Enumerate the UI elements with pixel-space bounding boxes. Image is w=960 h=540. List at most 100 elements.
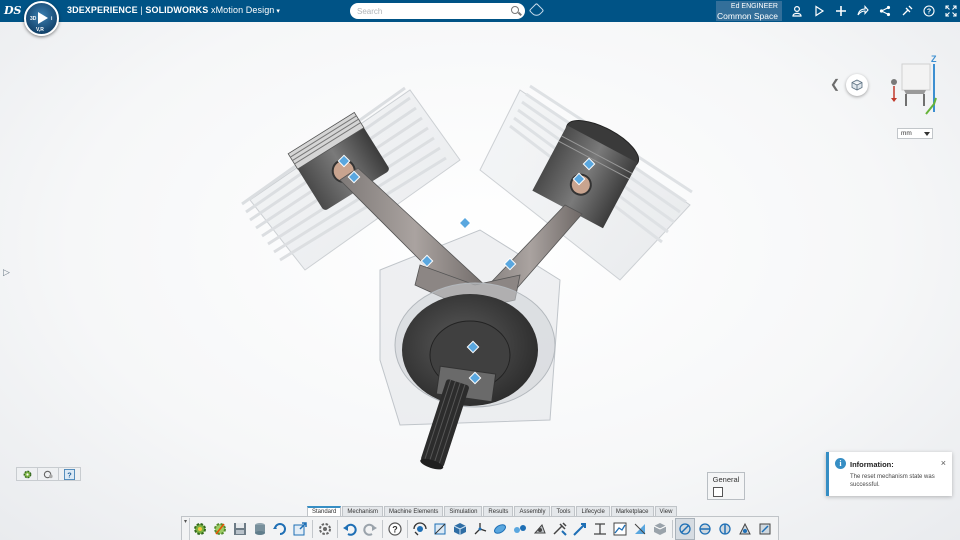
search-input[interactable] — [357, 5, 507, 17]
top-bar-actions: ? — [786, 0, 960, 22]
panel-expand-icon[interactable]: ▷ — [3, 267, 10, 278]
separator — [337, 519, 338, 538]
brand-solidworks: SOLIDWORKS — [145, 5, 209, 15]
save-icon[interactable] — [230, 518, 250, 540]
tab-view[interactable]: View — [654, 506, 678, 516]
save-as-icon[interactable] — [250, 518, 270, 540]
general-label: General — [712, 475, 740, 484]
rotate-view-icon[interactable] — [410, 518, 430, 540]
driver-icon[interactable] — [550, 518, 570, 540]
units-value: mm — [901, 130, 912, 137]
mechanism-d-icon[interactable] — [735, 518, 755, 540]
top-bar: DS 3DEXPERIENCE | SOLIDWORKS xMotion Des… — [0, 0, 960, 22]
compass-i-label: i — [51, 16, 53, 22]
fullscreen-icon[interactable] — [940, 0, 960, 22]
svg-text:?: ? — [927, 9, 931, 16]
separator — [407, 519, 408, 538]
tab-simulation[interactable]: Simulation — [444, 506, 483, 516]
separator — [672, 519, 673, 538]
force-icon[interactable] — [570, 518, 590, 540]
measure-icon[interactable] — [590, 518, 610, 540]
constraint-icon[interactable] — [510, 518, 530, 540]
separator — [382, 519, 383, 538]
notification-message: The reset mechanism state was successful… — [850, 474, 935, 488]
user-icon[interactable] — [786, 0, 808, 22]
info-icon: i — [835, 458, 846, 469]
plot-icon[interactable] — [610, 518, 630, 540]
tab-standard[interactable]: Standard — [307, 506, 342, 516]
action-bar-tabs: Standard Mechanism Machine Elements Simu… — [307, 506, 678, 516]
mechanism-a-icon[interactable] — [675, 517, 695, 540]
undo-icon[interactable] — [340, 518, 360, 540]
tools-icon[interactable] — [896, 0, 918, 22]
mechanism-gear-icon[interactable] — [210, 518, 230, 540]
tab-assembly[interactable]: Assembly — [514, 506, 551, 516]
close-icon[interactable]: × — [941, 458, 946, 468]
part-icon[interactable] — [450, 518, 470, 540]
display-icon[interactable] — [650, 518, 670, 540]
tab-results[interactable]: Results — [483, 506, 514, 516]
general-panel[interactable]: General — [707, 472, 745, 500]
chevron-down-icon[interactable]: ▾ — [276, 8, 280, 15]
app-title[interactable]: 3DEXPERIENCE | SOLIDWORKS xMotion Design… — [67, 5, 280, 15]
gear-icon[interactable] — [17, 468, 38, 480]
brand-separator: | — [137, 5, 146, 15]
svg-text:?: ? — [67, 470, 72, 479]
action-bar: ▾ ? — [181, 516, 779, 540]
share-play-icon[interactable] — [808, 0, 830, 22]
mechanism-b-icon[interactable] — [695, 518, 715, 540]
tab-lifecycle[interactable]: Lifecycle — [576, 506, 610, 516]
mini-toolbar: ? — [16, 467, 81, 481]
compass-icon[interactable]: 3D i V,R — [24, 1, 59, 36]
svg-text:?: ? — [392, 524, 398, 534]
refresh-icon[interactable] — [270, 518, 290, 540]
cube-icon — [851, 79, 863, 91]
compass-3d-label: 3D — [30, 16, 37, 22]
section-icon[interactable] — [630, 518, 650, 540]
share-icon[interactable] — [852, 0, 874, 22]
export-icon[interactable] — [290, 518, 310, 540]
user-menu[interactable]: Ed ENGINEER Common Space — [716, 1, 782, 21]
chevron-down-icon — [924, 132, 930, 136]
chevron-down-icon[interactable]: ▾ — [182, 517, 190, 540]
help-icon[interactable]: ? — [918, 0, 940, 22]
tab-machine-elements[interactable]: Machine Elements — [384, 506, 444, 516]
search-icon[interactable] — [511, 6, 519, 14]
tag-icon[interactable] — [528, 2, 545, 19]
user-name: Ed ENGINEER — [730, 3, 778, 10]
sketch-icon[interactable] — [430, 518, 450, 540]
add-icon[interactable] — [830, 0, 852, 22]
reset-mechanism-icon[interactable] — [190, 518, 210, 540]
axis-icon[interactable] — [470, 518, 490, 540]
ds-logo-icon: DS — [4, 4, 22, 17]
compass-version-label: V,R — [36, 27, 44, 33]
collab-space: Common Space — [717, 11, 778, 21]
help-icon[interactable]: ? — [59, 468, 80, 480]
mechanism-icon[interactable] — [38, 468, 59, 480]
info-notification: i Information: × The reset mechanism sta… — [826, 452, 952, 496]
tab-tools[interactable]: Tools — [551, 506, 576, 516]
axis-z-label: Z — [931, 54, 937, 64]
settings-icon[interactable] — [315, 518, 335, 540]
redo-icon[interactable] — [360, 518, 380, 540]
mechanism-e-icon[interactable] — [755, 518, 775, 540]
v-engine-model[interactable] — [230, 80, 700, 470]
tab-mechanism[interactable]: Mechanism — [342, 506, 384, 516]
chevron-left-icon[interactable]: ❮ — [830, 77, 840, 91]
motion-icon[interactable] — [530, 518, 550, 540]
tab-marketplace[interactable]: Marketplace — [610, 506, 654, 516]
view-cube-button[interactable] — [846, 74, 868, 96]
part-icon[interactable] — [713, 487, 723, 497]
orientation-triad[interactable]: Z — [888, 52, 938, 120]
compass-play-icon — [38, 12, 48, 24]
search-box[interactable] — [350, 3, 525, 19]
help-icon[interactable]: ? — [385, 518, 405, 540]
units-dropdown[interactable]: mm — [897, 128, 933, 139]
brand-3dexperience: 3DEXPERIENCE — [67, 5, 138, 15]
separator — [312, 519, 313, 538]
joint-icon[interactable] — [490, 518, 510, 540]
mechanism-c-icon[interactable] — [715, 518, 735, 540]
notification-title: Information: — [850, 460, 894, 469]
app-name: xMotion Design — [208, 5, 275, 15]
network-icon[interactable] — [874, 0, 896, 22]
